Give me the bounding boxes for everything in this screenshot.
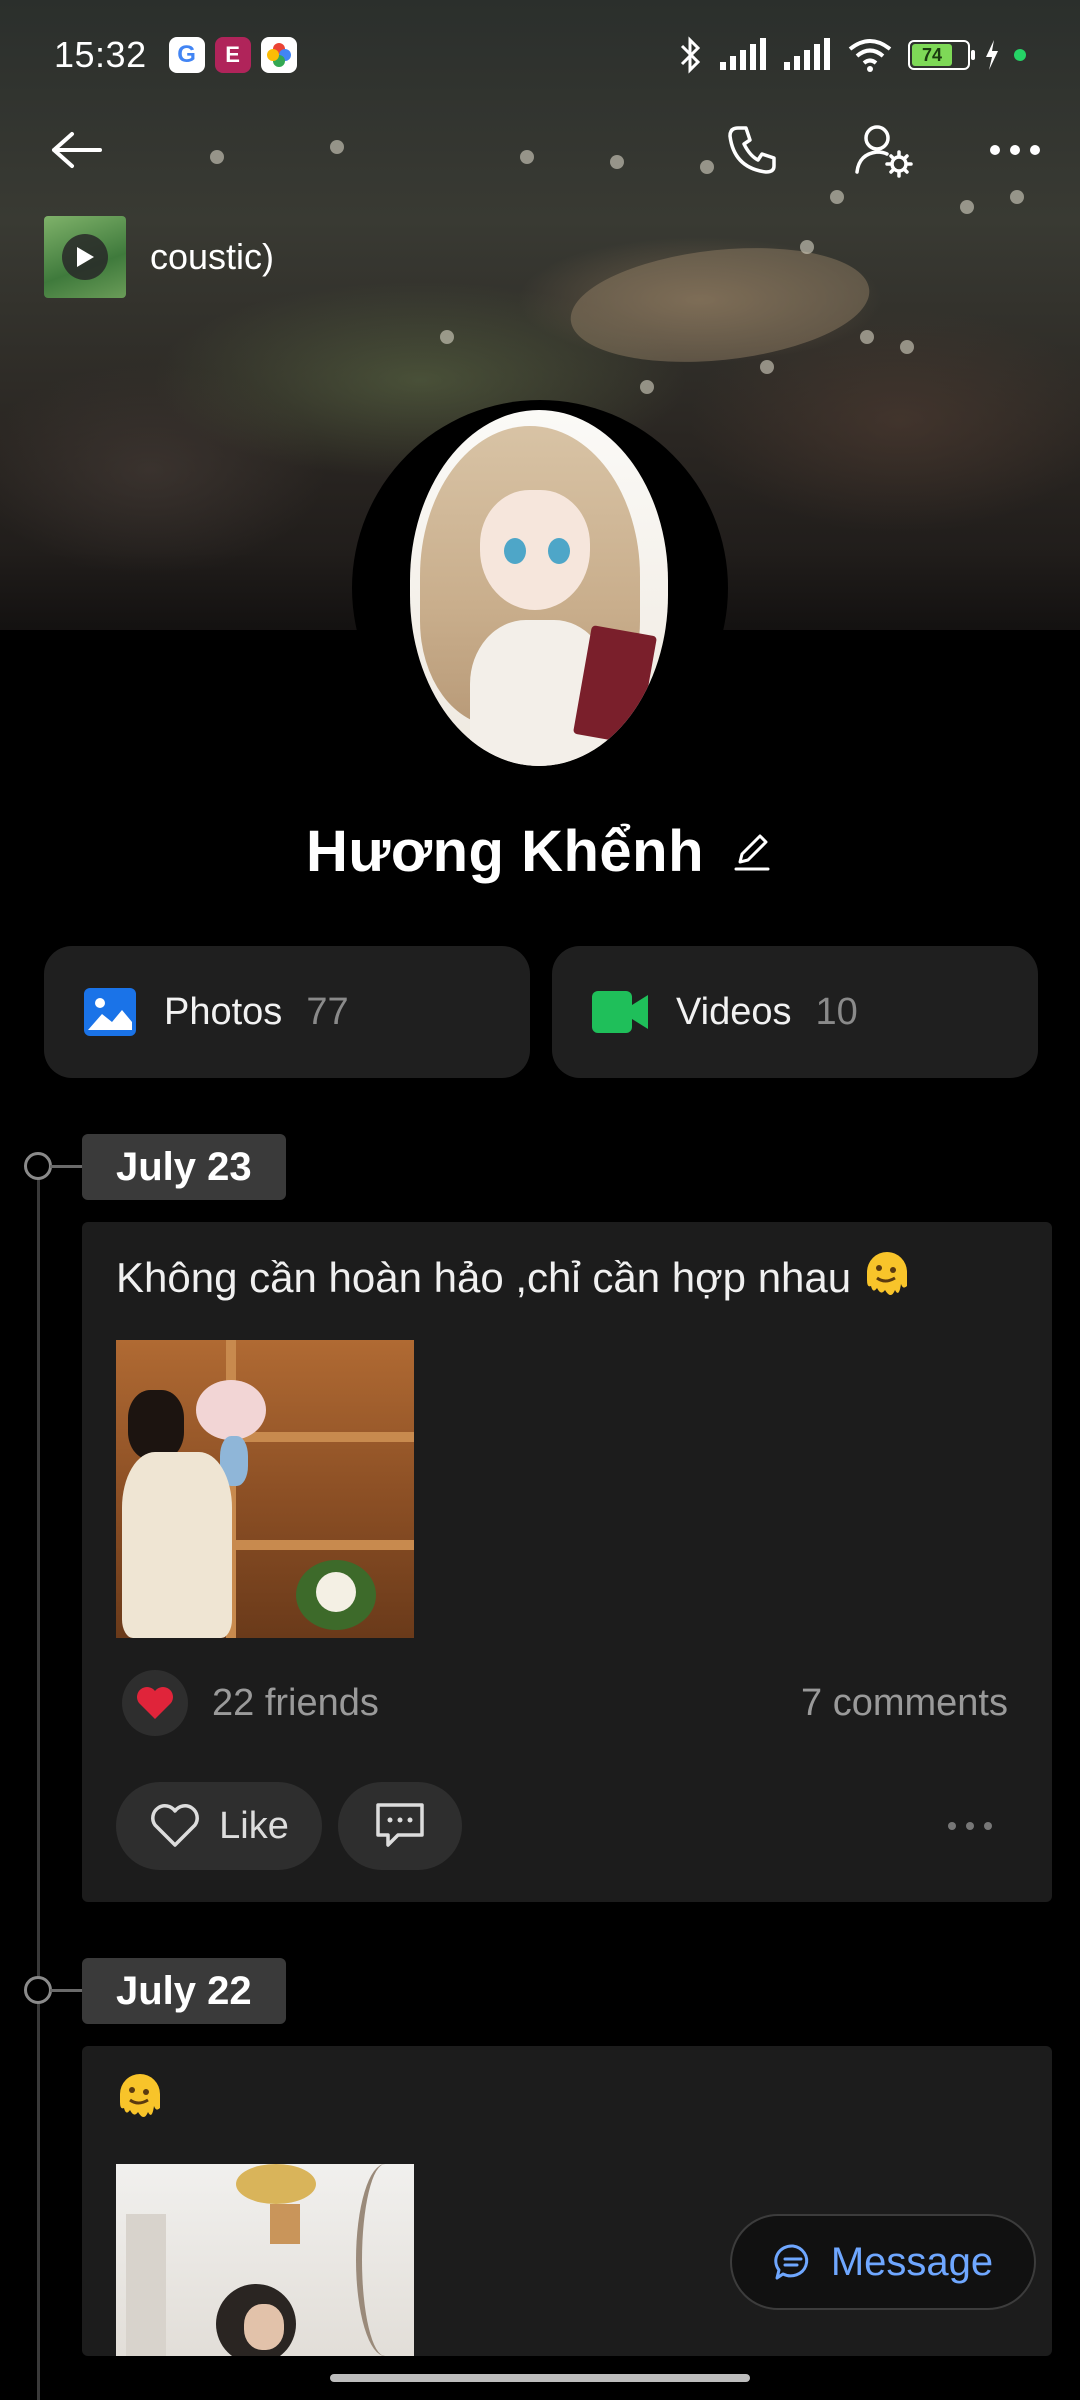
post-card[interactable]: Không cần hoàn hảo ,chỉ cần hợp nhau 22 … (82, 1222, 1052, 1902)
post-text: Không cần hoàn hảo ,chỉ cần hợp nhau (116, 1254, 852, 1301)
reaction-count[interactable]: 22 friends (212, 1682, 379, 1725)
post-text-row: Không cần hoàn hảo ,chỉ cần hợp nhau (116, 1250, 911, 1302)
melting-face-icon (120, 2074, 160, 2117)
chat-bubble-icon (774, 2244, 809, 2280)
comment-button[interactable] (338, 1782, 462, 1870)
photos-label: Photos (164, 990, 283, 1033)
videos-button[interactable]: Videos 10 (552, 946, 1038, 1078)
cover-deck-shape (565, 234, 875, 376)
profile-name: Hương Khểnh (305, 819, 705, 884)
status-app-icons: G E (168, 37, 297, 73)
status-time: 15:32 (54, 34, 147, 75)
play-icon (62, 234, 108, 280)
comment-icon (376, 1803, 424, 1847)
wifi-icon (848, 39, 892, 72)
timeline-node (24, 1976, 52, 2004)
timeline-tick (50, 1165, 84, 1168)
like-label: Like (219, 1804, 289, 1847)
battery-level: 74 (912, 44, 952, 66)
photos-pinwheel-icon (260, 37, 297, 73)
back-button[interactable] (44, 118, 108, 182)
timeline-tick (50, 1989, 84, 1992)
e-app-icon: E (214, 37, 251, 73)
google-icon: G (168, 37, 205, 73)
more-horizontal-icon (990, 145, 1040, 155)
message-label: Message (830, 2239, 994, 2284)
post-image[interactable] (116, 1340, 414, 1638)
videos-count: 10 (815, 990, 858, 1033)
battery-icon: 74 (908, 40, 975, 70)
signal-icon (784, 38, 830, 70)
like-button[interactable]: Like (116, 1782, 322, 1870)
user-settings-icon (855, 125, 913, 178)
more-horizontal-icon (948, 1822, 992, 1830)
video-camera-icon (592, 991, 648, 1033)
avatar-eye (504, 538, 526, 564)
avatar-eye (548, 538, 570, 564)
music-title: coustic) (150, 236, 275, 277)
reaction-row: 22 friends 7 comments (122, 1670, 1008, 1736)
pencil-icon (734, 834, 770, 870)
charging-icon (986, 40, 998, 70)
melting-face-icon (866, 1252, 907, 1295)
arrow-left-icon (52, 132, 102, 168)
reaction-heart[interactable] (122, 1670, 188, 1736)
gesture-navigation-bar[interactable] (330, 2374, 750, 2382)
heart-filled-icon (137, 1687, 173, 1719)
bluetooth-icon (680, 36, 701, 74)
status-bar: 15:32 G E 74 (0, 0, 1080, 110)
signal-icon (720, 38, 766, 70)
profile-settings-button[interactable] (848, 118, 918, 182)
post-more-button[interactable] (940, 1806, 1000, 1846)
music-thumbnail (44, 216, 126, 298)
photos-button[interactable]: Photos 77 (44, 946, 530, 1078)
privacy-indicator-dot (1014, 49, 1026, 61)
heart-outline-icon (151, 1804, 200, 1847)
avatar-face (480, 490, 590, 610)
videos-label: Videos (676, 990, 792, 1033)
call-button[interactable] (720, 118, 784, 182)
phone-icon (728, 126, 776, 174)
post-date: July 23 (82, 1134, 286, 1200)
comment-count[interactable]: 7 comments (801, 1682, 1008, 1725)
timeline-node (24, 1152, 52, 1180)
image-icon (84, 988, 136, 1036)
post-image[interactable] (116, 2164, 414, 2356)
more-button[interactable] (980, 118, 1050, 182)
avatar[interactable] (410, 410, 668, 766)
timeline-line (37, 1166, 40, 2400)
message-button[interactable]: Message (730, 2214, 1036, 2310)
edit-name-button[interactable] (730, 830, 774, 874)
profile-name-row: Hương Khểnh (0, 818, 1080, 885)
post-text-row (116, 2072, 164, 2124)
post-date: July 22 (82, 1958, 286, 2024)
profile-music[interactable]: coustic) (44, 216, 274, 298)
photos-count: 77 (306, 990, 349, 1033)
